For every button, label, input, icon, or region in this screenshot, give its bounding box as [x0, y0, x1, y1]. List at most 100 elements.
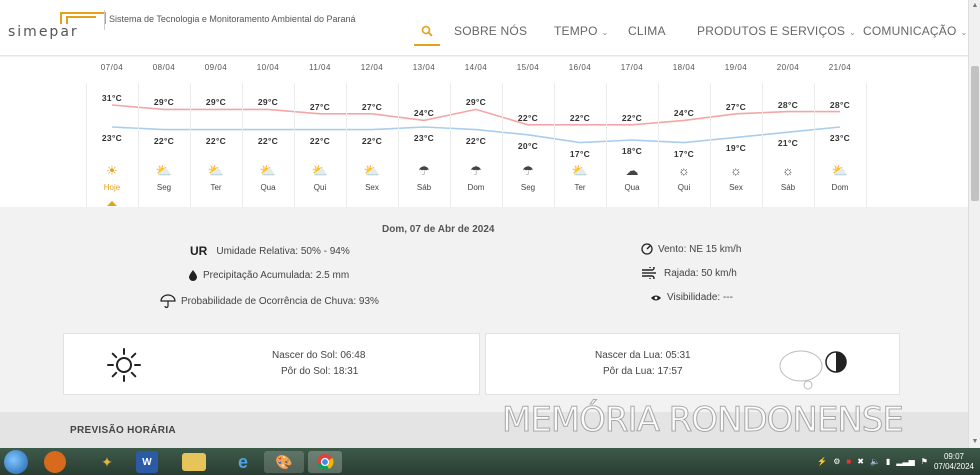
weekday-label: Ter [574, 183, 586, 192]
max-temp-label: 27°C [725, 101, 747, 112]
moon-times: Nascer da Lua: 05:31 Pôr da Lua: 17:57 [595, 348, 691, 380]
min-temp-label: 22°C [465, 135, 487, 146]
simepar-logo[interactable]: simepar [4, 6, 106, 40]
site-header: simepar Sistema de Tecnologia e Monitora… [0, 0, 968, 56]
sun-card: Nascer do Sol: 06:48 Pôr do Sol: 18:31 [63, 333, 480, 395]
cloud-rain-sun-icon: ⛅ [155, 163, 173, 178]
nav-sobre-nos[interactable]: SOBRE NÓS [454, 24, 527, 38]
cloud-rain-icon: ☂ [522, 163, 534, 178]
gust-row: Rajada: 50 km/h [641, 267, 737, 279]
page-scrollbar[interactable]: ▲ ▼ [968, 0, 980, 448]
max-temp-label: 29°C [153, 97, 175, 108]
daily-forecast-strip: 07/04 31°C 23°C ☀ Hoje 08/04 29°C 22°C ⛅ Seg 09/04… [0, 57, 968, 213]
word-icon[interactable]: W [136, 451, 158, 473]
clock-date: 07/04/2024 [933, 461, 974, 471]
nav-label: CLIMA [628, 24, 666, 38]
day-date: 16/04 [568, 63, 592, 72]
rain-prob-text: Probabilidade de Ocorrência de Chuva: 93… [181, 295, 379, 307]
max-temp-label: 29°C [465, 97, 487, 108]
day-column[interactable]: 16/04 22°C 17°C ⛅ Ter [554, 57, 606, 205]
day-column[interactable]: 08/04 29°C 22°C ⛅ Seg [138, 57, 190, 205]
nav-produtos-servicos[interactable]: PRODUTOS E SERVIÇOS ⌄ [697, 24, 856, 38]
min-temp-label: 23°C [413, 133, 435, 143]
tray-icon[interactable]: ■ [846, 457, 851, 466]
day-date: 07/04 [100, 63, 124, 72]
sun-icon: ☼ [782, 163, 794, 178]
clock-time: 09:07 [943, 451, 964, 461]
day-column[interactable]: 13/04 24°C 23°C ☂ Sáb [398, 57, 450, 205]
search-button[interactable] [414, 18, 440, 46]
day-date: 17/04 [620, 63, 644, 72]
max-temp-label: 28°C [829, 99, 851, 110]
speaker-icon[interactable]: 🔈 [870, 457, 880, 466]
firefox-icon[interactable] [44, 451, 66, 473]
day-column[interactable]: 12/04 27°C 22°C ⛅ Sex [346, 57, 398, 205]
day-column[interactable]: 21/04 28°C 23°C ⛅ Dom [814, 57, 866, 205]
clock[interactable]: 09:07 07/04/2024 [934, 452, 974, 472]
min-temp-label: 22°C [257, 135, 279, 146]
folder-icon[interactable] [182, 453, 206, 471]
tray-icon[interactable]: ✖ [857, 457, 864, 466]
day-column[interactable]: 07/04 31°C 23°C ☀ Hoje [86, 57, 138, 205]
precip-row: Precipitação Acumulada: 2.5 mm [188, 269, 349, 281]
visibility-text: Visibilidade: --- [667, 292, 733, 303]
max-temp-label: 27°C [361, 101, 383, 112]
cloud-rain-sun-icon: ⛅ [259, 163, 277, 178]
nav-tempo[interactable]: TEMPO ⌄ [554, 24, 609, 38]
tray-icon[interactable]: ⚡ [817, 457, 827, 466]
scroll-up-arrow[interactable]: ▲ [969, 0, 980, 12]
wind-gust-icon [642, 267, 656, 279]
gust-text: Rajada: 50 km/h [664, 267, 737, 279]
day-date: 12/04 [360, 63, 384, 72]
max-temp-label: 31°C [101, 93, 123, 103]
max-temp-label: 24°C [413, 108, 435, 119]
nav-clima[interactable]: CLIMA [628, 24, 666, 38]
paint-icon[interactable]: 🎨 [264, 451, 304, 473]
weekday-label: Ter [210, 183, 222, 192]
nav-label: PRODUTOS E SERVIÇOS [697, 24, 846, 38]
scroll-thumb[interactable] [971, 66, 979, 201]
max-temp-label: 22°C [569, 112, 591, 123]
cloud-rain-icon: ☂ [418, 163, 430, 178]
min-temp-label: 20°C [517, 140, 539, 151]
app-icon[interactable]: ✦ [92, 451, 122, 473]
day-column[interactable]: 18/04 24°C 17°C ☼ Qui [658, 57, 710, 205]
scroll-down-arrow[interactable]: ▼ [969, 436, 980, 448]
network-icon[interactable]: ▮ [886, 457, 890, 466]
logo-text: simepar [8, 24, 79, 40]
max-temp-label: 22°C [517, 112, 539, 123]
nav-label: SOBRE NÓS [454, 24, 528, 38]
day-column[interactable]: 15/04 22°C 20°C ☂ Seg [502, 57, 554, 205]
day-column[interactable]: 10/04 29°C 22°C ⛅ Qua [242, 57, 294, 205]
flag-icon[interactable]: ⚑ [921, 457, 928, 466]
nav-comunicacao[interactable]: COMUNICAÇÃO ⌄ [863, 24, 967, 38]
moonset-text: Pôr da Lua: 17:57 [603, 366, 683, 377]
cloud-rain-sun-icon: ⛅ [207, 163, 225, 178]
humidity-row: UR Umidade Relativa: 50% - 94% [190, 244, 350, 258]
tray-icon[interactable]: ⚙ [833, 457, 840, 466]
moonrise-text: Nascer da Lua: 05:31 [595, 350, 691, 361]
day-column[interactable]: 11/04 27°C 22°C ⛅ Qui [294, 57, 346, 205]
internet-explorer-icon[interactable]: e [228, 451, 258, 473]
visibility-row: Visibilidade: --- [650, 292, 733, 303]
weekday-label: Dom [831, 183, 849, 192]
cloud-moon-icon: ☁ [625, 163, 639, 178]
day-column[interactable]: 09/04 29°C 22°C ⛅ Ter [190, 57, 242, 205]
weekday-label: Seg [520, 183, 536, 192]
start-button[interactable] [4, 450, 28, 474]
min-temp-label: 19°C [725, 143, 747, 154]
day-column[interactable]: 20/04 28°C 21°C ☼ Sáb [762, 57, 814, 205]
precip-text: Precipitação Acumulada: 2.5 mm [203, 269, 350, 281]
signal-icon[interactable]: ▂▃▅ [896, 457, 914, 466]
nav-label: COMUNICAÇÃO [863, 24, 957, 38]
max-temp-label: 29°C [205, 97, 227, 108]
day-column[interactable]: 14/04 29°C 22°C ☂ Dom [450, 57, 502, 205]
weekday-label: Seg [156, 183, 172, 192]
day-column-divider [866, 83, 867, 213]
chrome-icon[interactable] [308, 451, 342, 473]
umbrella-icon [160, 294, 176, 308]
day-date: 14/04 [464, 63, 488, 72]
day-column[interactable]: 19/04 27°C 19°C ☼ Sex [710, 57, 762, 205]
day-column[interactable]: 17/04 22°C 18°C ☁ Qua [606, 57, 658, 205]
wind-text: Vento: NE 15 km/h [658, 243, 742, 255]
